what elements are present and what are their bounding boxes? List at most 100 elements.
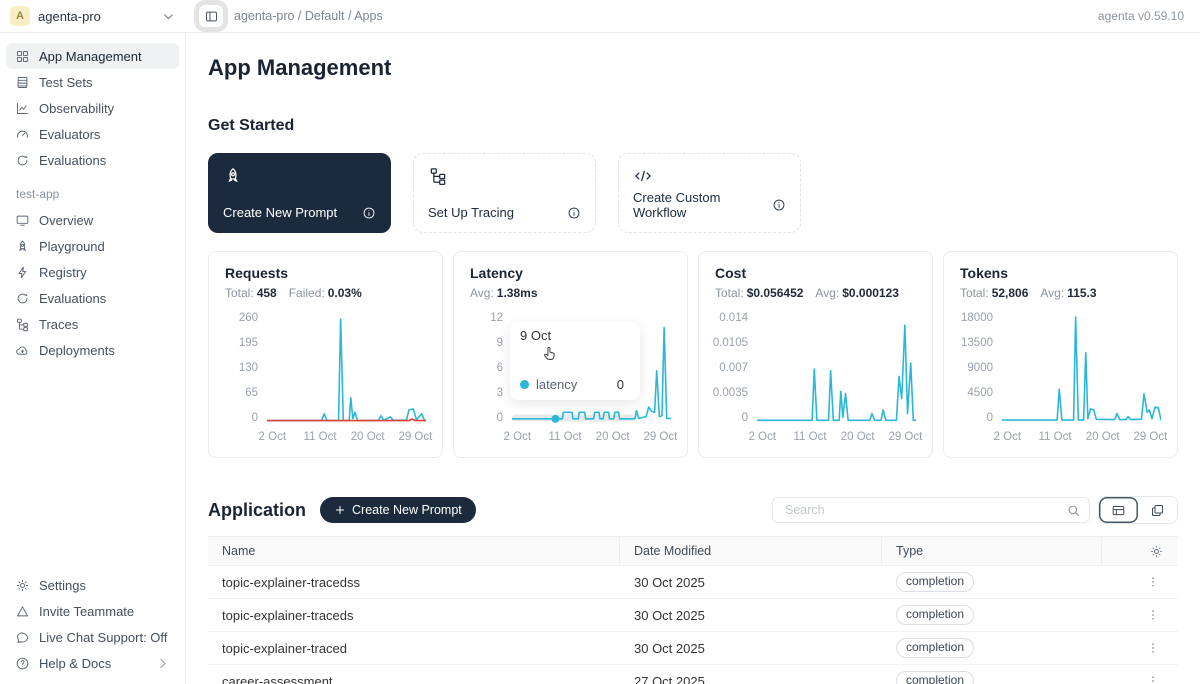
column-header-type[interactable]: Type — [882, 537, 1102, 565]
stat-value: 1.38ms — [497, 286, 538, 300]
get-started-card-create-custom-workflow[interactable]: Create Custom Workflow — [618, 153, 801, 233]
rocket-icon — [223, 166, 243, 186]
sidebar-item-label: Evaluations — [39, 291, 106, 306]
cost-plot[interactable] — [757, 312, 916, 424]
sidebar-item-traces[interactable]: Traces — [6, 311, 179, 337]
cell-date-modified: 27 Oct 2025 — [620, 665, 882, 684]
y-axis: 0.0140.01050.0070.00350 — [715, 312, 757, 424]
sidebar-item-live-chat-support-off[interactable]: Live Chat Support: Off — [6, 624, 179, 650]
sidebar-item-deployments[interactable]: Deployments — [6, 337, 179, 363]
page-title: App Management — [208, 55, 1178, 81]
sidebar-item-test-sets[interactable]: Test Sets — [6, 69, 179, 95]
requests-plot[interactable] — [267, 312, 426, 424]
cell-date-modified: 30 Oct 2025 — [620, 599, 882, 631]
grid-icon — [15, 49, 30, 64]
chart-icon — [15, 101, 30, 116]
sidebar-item-label: Settings — [39, 578, 86, 593]
table-header: Name Date Modified Type — [208, 536, 1178, 566]
sidebar-item-invite-teammate[interactable]: Invite Teammate — [6, 598, 179, 624]
breadcrumb[interactable]: agenta-pro / Default / Apps — [234, 9, 383, 23]
series-dot — [520, 380, 529, 389]
y-tick-label: 0 — [987, 412, 993, 424]
x-axis: 2 Oct11 Oct20 Oct29 Oct — [757, 431, 916, 447]
workspace-name: agenta-pro — [38, 9, 101, 24]
sidebar-app-nav: OverviewPlayground Registry Evaluations Tra… — [0, 207, 185, 363]
stat-label: Total: — [960, 286, 989, 300]
invite-icon — [15, 604, 30, 619]
column-header-date-modified[interactable]: Date Modified — [620, 537, 882, 565]
sidebar-item-registry[interactable]: Registry — [6, 259, 179, 285]
get-started-card-set-up-tracing[interactable]: Set Up Tracing — [413, 153, 596, 233]
table-controls — [772, 496, 1178, 524]
chart-stats: Total:52,806 Avg:115.3 — [960, 286, 1161, 300]
x-tick-label: 20 Oct — [351, 431, 385, 443]
chart-body: 1800013500900045000 2 Oct11 Oct20 Oct29 … — [960, 312, 1161, 447]
tokens-plot[interactable] — [1002, 312, 1161, 424]
y-axis: 260195130650 — [225, 312, 267, 424]
sidebar-item-overview[interactable]: Overview — [6, 207, 179, 233]
y-axis: 1800013500900045000 — [960, 312, 1002, 424]
workspace-selector[interactable]: A agenta-pro — [0, 0, 186, 33]
x-tick-label: 20 Oct — [596, 431, 630, 443]
chart-stats: Total:458 Failed:0.03% — [225, 286, 426, 300]
sidebar-item-settings[interactable]: Settings — [6, 572, 179, 598]
sidebar-item-playground[interactable]: Playground — [6, 233, 179, 259]
row-menu-button[interactable] — [1142, 672, 1164, 684]
sidebar-item-label: Registry — [39, 265, 87, 280]
sidebar-item-help-docs[interactable]: Help & Docs — [6, 650, 179, 676]
row-menu-button[interactable] — [1142, 606, 1164, 624]
stat-label: Avg: — [470, 286, 494, 300]
chart-stats: Avg:1.38ms — [470, 286, 671, 300]
y-tick-label: 3 — [497, 387, 503, 399]
table-row[interactable]: topic-explainer-traced30 Oct 2025complet… — [208, 632, 1178, 665]
card-label: Create New Prompt — [223, 205, 337, 220]
get-started-card-create-new-prompt[interactable]: Create New Prompt — [208, 153, 391, 233]
sidebar-app-section-label: test-app — [0, 173, 185, 207]
sidebar-item-evaluations[interactable]: Evaluations — [6, 147, 179, 173]
main-content: App Management Get Started Create New Pr… — [186, 33, 1200, 684]
x-tick-label: 29 Oct — [398, 431, 432, 443]
tooltip-series-row: latency 0 — [520, 377, 630, 394]
stat-value: $0.056452 — [747, 286, 804, 300]
y-tick-label: 12 — [490, 312, 503, 324]
get-started-heading: Get Started — [208, 117, 1178, 135]
sidebar-item-observability[interactable]: Observability — [6, 95, 179, 121]
y-tick-label: 18000 — [961, 312, 993, 324]
column-header-name[interactable]: Name — [208, 537, 620, 565]
table-row[interactable]: topic-explainer-traceds30 Oct 2025comple… — [208, 599, 1178, 632]
monitor-icon — [15, 213, 30, 228]
app-root: A agenta-pro agenta-pro / Default / Apps… — [0, 0, 1200, 684]
card-view-button[interactable] — [1138, 497, 1177, 523]
sidebar-item-evaluations[interactable]: Evaluations — [6, 285, 179, 311]
topbar: agenta-pro / Default / Apps agenta v0.59… — [186, 0, 1200, 33]
sidebar-item-evaluators[interactable]: Evaluators — [6, 121, 179, 147]
table-view-button[interactable] — [1099, 497, 1138, 523]
search-input[interactable] — [783, 502, 1066, 518]
chart-title: Requests — [225, 265, 426, 281]
y-tick-label: 13500 — [961, 337, 993, 349]
row-menu-button[interactable] — [1142, 573, 1164, 591]
info-icon — [772, 198, 786, 212]
row-menu-button[interactable] — [1142, 639, 1164, 657]
x-tick-label: 11 Oct — [303, 431, 336, 443]
x-tick-label: 11 Oct — [1038, 431, 1071, 443]
stat-value: 458 — [257, 286, 277, 300]
search-icon — [1066, 503, 1081, 518]
stat-value: 115.3 — [1067, 286, 1096, 300]
x-tick-label: 20 Oct — [1086, 431, 1120, 443]
sidebar-toggle-button[interactable] — [198, 4, 224, 28]
x-axis: 2 Oct11 Oct20 Oct29 Oct — [512, 431, 671, 447]
sidebar-item-label: Evaluators — [39, 127, 100, 142]
y-tick-label: 130 — [239, 362, 258, 374]
create-new-prompt-button[interactable]: Create New Prompt — [320, 497, 476, 523]
column-settings[interactable] — [1102, 537, 1178, 565]
y-tick-label: 0 — [742, 412, 748, 424]
table-row[interactable]: topic-explainer-tracedss30 Oct 2025compl… — [208, 566, 1178, 599]
cell-date-modified: 30 Oct 2025 — [620, 632, 882, 664]
tracing-icon — [15, 317, 30, 332]
tracing-icon — [428, 166, 448, 186]
y-tick-label: 0.0105 — [713, 337, 748, 349]
table-row[interactable]: career-assessment27 Oct 2025completion — [208, 665, 1178, 684]
sidebar-item-app-management[interactable]: App Management — [6, 43, 179, 69]
cell-type: completion — [882, 599, 1102, 631]
